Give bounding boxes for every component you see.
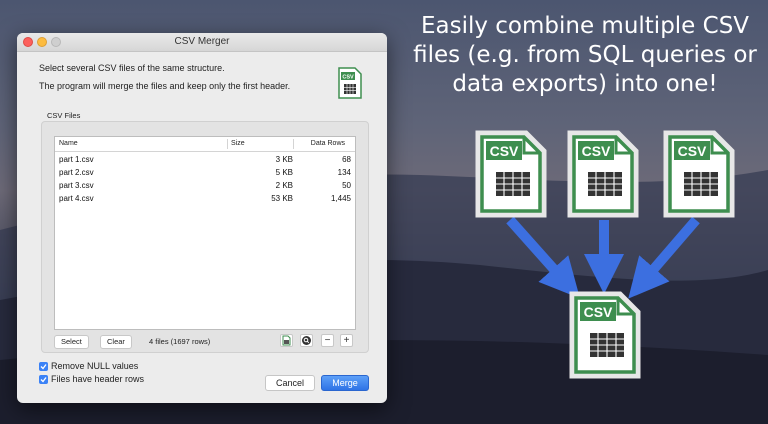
file-size: 5 KB — [275, 168, 293, 177]
csv-file-label: CSV — [490, 143, 519, 159]
files-status: 4 files (1697 rows) — [149, 337, 211, 346]
csv-file-icon: CSV — [475, 130, 547, 218]
merge-button[interactable]: Merge — [321, 375, 369, 391]
table-row[interactable]: part 3.csv 2 KB 50 — [55, 179, 355, 192]
column-divider — [227, 139, 228, 149]
merged-csv-file-icon: CSV — [569, 291, 641, 379]
csv-file-icon: CSV — [663, 130, 735, 218]
clear-button[interactable]: Clear — [100, 335, 132, 349]
remove-file-button[interactable]: − — [321, 334, 334, 347]
column-divider — [293, 139, 294, 149]
csv-files-group: Name Size Data Rows part 1.csv 3 KB 68 p… — [41, 121, 369, 353]
csv-file-label: CSV — [582, 143, 611, 159]
table-row[interactable]: part 4.csv 53 KB 1,445 — [55, 192, 355, 205]
file-rows: 50 — [342, 181, 351, 190]
file-rows: 134 — [337, 168, 351, 177]
remove-null-checkbox[interactable] — [39, 362, 48, 371]
file-name: part 4.csv — [59, 194, 94, 203]
file-size: 3 KB — [275, 155, 293, 164]
magnifier-icon — [302, 336, 311, 345]
description-line-2: The program will merge the files and kee… — [39, 81, 291, 91]
select-button[interactable]: Select — [54, 335, 89, 349]
file-rows: 68 — [342, 155, 351, 164]
file-rows: 1,445 — [330, 194, 351, 203]
csv-file-label: CSV — [584, 304, 613, 320]
file-name: part 2.csv — [59, 168, 94, 177]
checkmark-icon — [40, 364, 47, 370]
checkmark-icon — [40, 377, 47, 383]
app-icon-label: CSV — [342, 75, 354, 81]
header-rows-label: Files have header rows — [51, 374, 145, 384]
window-title: CSV Merger — [174, 36, 230, 47]
remove-null-label: Remove NULL values — [51, 361, 139, 371]
headline: Easily combine multiple CSV files (e.g. … — [413, 13, 757, 97]
csv-file-icon — [282, 335, 291, 346]
description-line-1: Select several CSV files of the same str… — [39, 63, 225, 73]
csv-merger-window: CSV Merger Select several CSV files of t… — [17, 33, 387, 403]
column-header-size[interactable]: Size — [231, 140, 245, 147]
table-row[interactable]: part 1.csv 3 KB 68 — [55, 153, 355, 166]
file-size: 53 KB — [271, 194, 293, 203]
column-header-name[interactable]: Name — [59, 140, 78, 147]
header-rows-checkbox[interactable] — [39, 375, 48, 384]
file-name: part 3.csv — [59, 181, 94, 190]
cancel-button[interactable]: Cancel — [265, 375, 315, 391]
files-table[interactable]: Name Size Data Rows part 1.csv 3 KB 68 p… — [54, 136, 356, 330]
export-csv-button[interactable] — [280, 334, 293, 347]
add-file-button[interactable]: + — [340, 334, 353, 347]
preview-button[interactable] — [300, 334, 313, 347]
title-bar: CSV Merger — [17, 33, 387, 52]
csv-files-group-label: CSV Files — [47, 111, 81, 120]
csv-app-icon: CSV — [338, 67, 362, 99]
csv-file-icon: CSV — [567, 130, 639, 218]
table-header: Name Size Data Rows — [55, 137, 355, 152]
column-header-rows[interactable]: Data Rows — [311, 140, 345, 147]
csv-file-label: CSV — [678, 143, 707, 159]
file-name: part 1.csv — [59, 155, 94, 164]
table-row[interactable]: part 2.csv 5 KB 134 — [55, 166, 355, 179]
file-size: 2 KB — [275, 181, 293, 190]
